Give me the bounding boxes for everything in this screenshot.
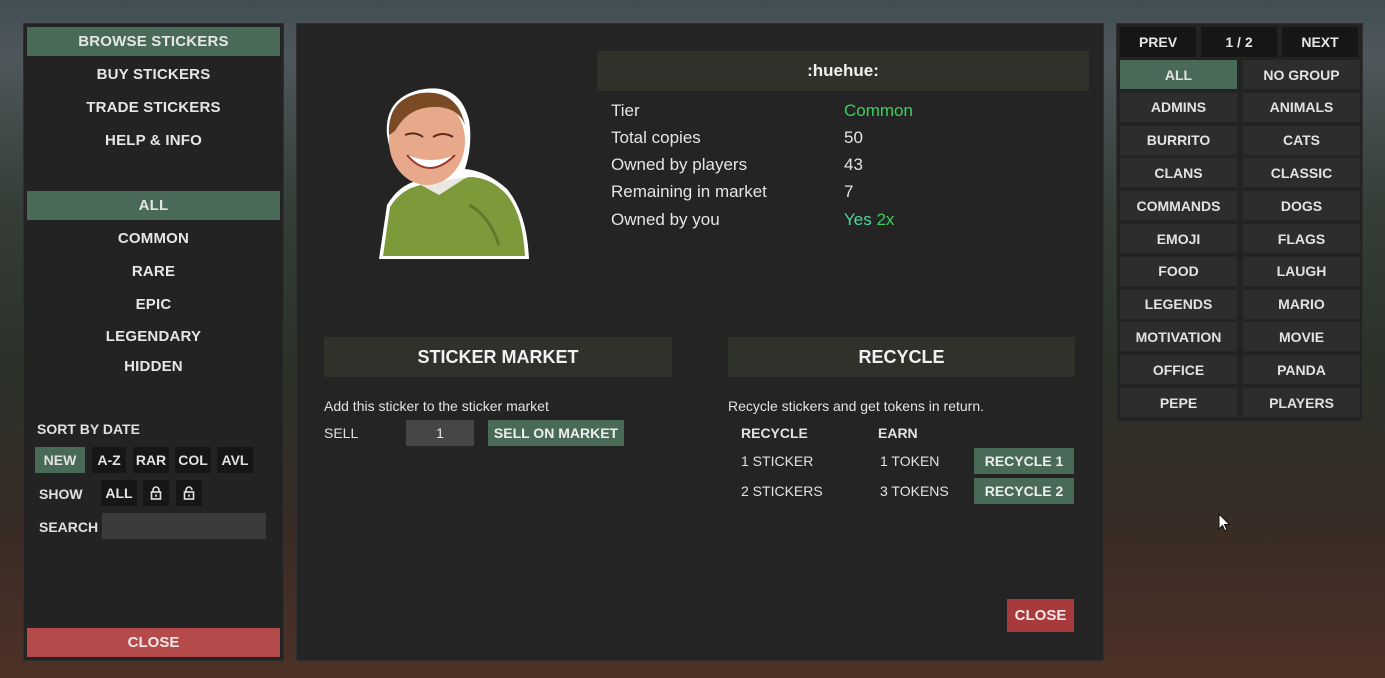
group-burrito-button[interactable]: BURRITO [1120,125,1237,155]
recycle-column-header: RECYCLE [741,425,808,441]
sort-available-button[interactable]: AVL [217,447,253,473]
sidebar-close-button[interactable]: CLOSE [27,628,280,657]
left-sidebar: BROWSE STICKERS BUY STICKERS TRADE STICK… [23,23,284,661]
recycle-2-button[interactable]: RECYCLE 2 [974,478,1074,504]
sort-label: SORT BY DATE [37,421,140,437]
group-legends-button[interactable]: LEGENDS [1120,289,1237,319]
info-label-remaining-in-market: Remaining in market [611,182,767,201]
show-unlocked-button[interactable] [176,480,202,506]
tier-filter-rare[interactable]: RARE [27,257,280,286]
nav-trade-stickers[interactable]: TRADE STICKERS [27,93,280,122]
group-all-button[interactable]: ALL [1120,60,1237,89]
recycle-row-1-amount: 1 STICKER [741,453,814,469]
market-description: Add this sticker to the sticker market [324,398,549,414]
group-classic-button[interactable]: CLASSIC [1243,158,1360,188]
info-value-total-copies: 50 [844,128,863,147]
info-label-owned-by-you: Owned by you [611,210,720,229]
sticker-detail-panel: :huehue: Tier Common Total copies 50 Own… [296,23,1104,661]
info-value-owned-by-players: 43 [844,155,863,174]
group-food-button[interactable]: FOOD [1120,256,1237,286]
sticker-image [379,88,529,259]
search-label: SEARCH [39,519,99,535]
mouse-cursor-icon [1218,513,1231,532]
next-page-button[interactable]: NEXT [1282,27,1358,57]
sort-collection-button[interactable]: COL [175,447,211,473]
group-dogs-button[interactable]: DOGS [1243,191,1360,221]
group-no-group-button[interactable]: NO GROUP [1243,60,1360,89]
info-value-remaining-in-market: 7 [844,182,854,201]
owned-count: 2x [876,210,895,229]
lock-open-icon [183,486,195,500]
show-locked-button[interactable] [143,480,169,506]
recycle-1-button[interactable]: RECYCLE 1 [974,448,1074,474]
sort-rarity-button[interactable]: RAR [133,447,169,473]
group-admins-button[interactable]: ADMINS [1120,92,1237,122]
group-animals-button[interactable]: ANIMALS [1243,92,1360,122]
recycle-row-1-earn: 1 TOKEN [880,453,940,469]
info-value-owned-by-you: Yes 2x [844,210,894,230]
recycle-row-2-earn: 3 TOKENS [880,483,949,499]
group-office-button[interactable]: OFFICE [1120,355,1237,385]
page-indicator: 1 / 2 [1201,27,1277,57]
tier-filter-common[interactable]: COMMON [27,224,280,253]
tier-filter-all[interactable]: ALL [27,191,280,220]
info-value-tier: Common [844,101,913,120]
sort-new-button[interactable]: NEW [35,447,85,473]
lock-closed-icon [150,486,162,500]
sell-label: SELL [324,425,359,441]
group-emoji-button[interactable]: EMOJI [1120,224,1237,253]
nav-browse-stickers[interactable]: BROWSE STICKERS [27,27,280,56]
group-clans-button[interactable]: CLANS [1120,158,1237,188]
recycle-description: Recycle stickers and get tokens in retur… [728,398,985,414]
earn-column-header: EARN [878,425,918,441]
group-motivation-button[interactable]: MOTIVATION [1120,322,1237,352]
group-filter-panel: PREV 1 / 2 NEXT ALL NO GROUP ADMINS ANIMALS… [1116,23,1363,422]
group-commands-button[interactable]: COMMANDS [1120,191,1237,221]
nav-buy-stickers[interactable]: BUY STICKERS [27,60,280,89]
sticker-name-header: :huehue: [597,51,1089,91]
show-all-button[interactable]: ALL [101,480,137,506]
sell-on-market-button[interactable]: SELL ON MARKET [488,420,624,446]
group-mario-button[interactable]: MARIO [1243,289,1360,319]
group-cats-button[interactable]: CATS [1243,125,1360,155]
info-label-total-copies: Total copies [611,128,701,147]
sell-quantity-input[interactable]: 1 [406,420,474,446]
group-movie-button[interactable]: MOVIE [1243,322,1360,352]
group-panda-button[interactable]: PANDA [1243,355,1360,385]
sticker-market-header: STICKER MARKET [324,337,672,377]
tier-filter-hidden[interactable]: HIDDEN [27,352,280,381]
nav-help-info[interactable]: HELP & INFO [27,126,280,155]
search-input[interactable] [102,513,266,539]
recycle-row-2-amount: 2 STICKERS [741,483,823,499]
group-pepe-button[interactable]: PEPE [1120,388,1237,417]
group-players-button[interactable]: PLAYERS [1243,388,1360,417]
info-label-owned-by-players: Owned by players [611,155,748,174]
recycle-header: RECYCLE [728,337,1075,377]
info-label-tier: Tier [611,101,640,120]
sort-az-button[interactable]: A-Z [92,447,126,473]
detail-close-button[interactable]: CLOSE [1007,599,1074,632]
show-label: SHOW [39,486,83,502]
tier-filter-legendary[interactable]: LEGENDARY [27,322,280,351]
owned-yes: Yes [844,210,872,229]
prev-page-button[interactable]: PREV [1120,27,1196,57]
tier-filter-epic[interactable]: EPIC [27,290,280,319]
group-laugh-button[interactable]: LAUGH [1243,256,1360,286]
group-flags-button[interactable]: FLAGS [1243,224,1360,253]
